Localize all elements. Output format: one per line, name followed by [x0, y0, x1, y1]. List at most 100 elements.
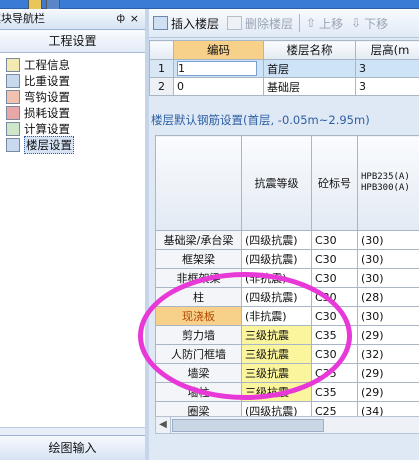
tree-item-loss[interactable]: 损耗设置	[0, 105, 145, 121]
horizontal-scrollbar[interactable]: ◀	[155, 416, 419, 434]
move-down-button[interactable]: ⇩ 下移	[347, 12, 392, 34]
delete-floor-icon	[227, 16, 243, 30]
calc-icon	[6, 122, 20, 136]
grade-cell[interactable]: (四级抗震)	[241, 249, 312, 269]
loss-icon	[6, 106, 20, 120]
panel-footer	[149, 436, 419, 460]
grade-cell[interactable]: (四级抗震)	[241, 287, 312, 307]
table-row[interactable]: 墙梁 三级抗震 C35 (29)	[155, 363, 419, 383]
concrete-cell[interactable]: C30	[311, 249, 358, 269]
floor-code-cell[interactable]: 1	[173, 59, 264, 78]
floor-height-cell[interactable]: 3	[355, 59, 419, 78]
member-name: 基础梁/承台梁	[155, 230, 242, 250]
table-row[interactable]: 现浇板 (非抗震) C30 (30)	[155, 306, 419, 326]
delete-floor-button[interactable]: 删除楼层	[223, 12, 297, 34]
column-header-concrete[interactable]: 砼标号	[311, 135, 358, 231]
navigation-panel: 模块导航栏 ф × 工程设置 工程信息 比重设置 弯钩设置 损耗设置 计算设置 …	[0, 9, 146, 460]
scrollbar-thumb[interactable]	[172, 419, 324, 432]
steel-cell[interactable]: (30)	[357, 230, 419, 250]
steel-header-line1: HPB235(A)	[361, 172, 410, 182]
concrete-cell[interactable]: C30	[311, 306, 358, 326]
table-row[interactable]: 框架梁 (四级抗震) C30 (30)	[155, 249, 419, 269]
steel-cell[interactable]: (29)	[357, 325, 419, 345]
tree-item-weight[interactable]: 比重设置	[0, 73, 145, 89]
table-row[interactable]: 基础梁/承台梁 (四级抗震) C30 (30)	[155, 230, 419, 250]
concrete-cell[interactable]: C30	[311, 230, 358, 250]
grade-cell[interactable]: 三级抗震	[241, 363, 312, 383]
steel-cell[interactable]: (30)	[357, 306, 419, 326]
column-header-steel[interactable]: HPB235(A) HPB300(A)	[357, 135, 419, 231]
grade-cell[interactable]: 三级抗震	[241, 325, 312, 345]
delete-floor-label: 删除楼层	[245, 16, 294, 31]
panel-title-bar: 模块导航栏 ф ×	[0, 9, 145, 30]
concrete-cell[interactable]: C30	[311, 287, 358, 307]
close-icon[interactable]: ×	[130, 9, 139, 29]
arrow-up-icon: ⇧	[306, 16, 317, 30]
tree-item-label: 楼层设置	[24, 136, 74, 154]
grade-cell[interactable]: (四级抗震)	[241, 230, 312, 250]
table-row[interactable]: 2 0 基础层 3	[149, 77, 419, 96]
floors-header-row: 编码 楼层名称 层高(m	[149, 40, 419, 60]
member-name: 柱	[155, 287, 242, 307]
concrete-cell[interactable]: C30	[311, 344, 358, 364]
tree-item-label: 计算设置	[24, 122, 70, 136]
grade-cell[interactable]: 三级抗震	[241, 382, 312, 402]
table-row[interactable]: 柱 (四级抗震) C30 (28)	[155, 287, 419, 307]
floor-icon	[6, 138, 20, 152]
rebar-settings-table: 抗震等级 砼标号 HPB235(A) HPB300(A) 基础梁/承台梁 (四级抗震…	[155, 135, 419, 421]
insert-floor-button[interactable]: 插入楼层	[149, 12, 223, 34]
toolbar-separator	[299, 14, 301, 32]
table-row[interactable]: 剪力墙 三级抗震 C35 (29)	[155, 325, 419, 345]
concrete-cell[interactable]: C30	[311, 268, 358, 288]
move-up-button[interactable]: ⇧ 上移	[302, 12, 347, 34]
rebar-section-label: 楼层默认钢筋设置(首层, -0.05m~2.95m)	[151, 113, 370, 127]
floor-code-cell[interactable]: 0	[173, 77, 264, 96]
table-row[interactable]: 人防门框墙 三级抗震 C30 (32)	[155, 344, 419, 364]
arrow-down-icon: ⇩	[351, 16, 362, 30]
rebar-section-title: 楼层默认钢筋设置(首层, -0.05m~2.95m)	[151, 112, 370, 128]
tree-item-floor[interactable]: 楼层设置	[0, 136, 145, 154]
steel-cell[interactable]: (30)	[357, 268, 419, 288]
concrete-cell[interactable]: C35	[311, 382, 358, 402]
steel-cell[interactable]: (29)	[357, 363, 419, 383]
drawing-input-button[interactable]: 绘图输入	[0, 435, 145, 460]
tree-item-calc[interactable]: 计算设置	[0, 121, 145, 137]
concrete-cell[interactable]: C35	[311, 325, 358, 345]
tree-item-hook[interactable]: 弯钩设置	[0, 89, 145, 105]
tree-item-label: 弯钩设置	[24, 90, 70, 104]
member-name: 墙柱	[155, 382, 242, 402]
steel-cell[interactable]: (30)	[357, 249, 419, 269]
steel-cell[interactable]: (29)	[357, 382, 419, 402]
table-row[interactable]: 墙柱 三级抗震 C35 (29)	[155, 382, 419, 402]
concrete-cell[interactable]: C35	[311, 363, 358, 383]
column-header-height[interactable]: 层高(m	[355, 40, 419, 60]
floor-name-cell[interactable]: 首层	[263, 59, 356, 78]
row-number-header	[149, 40, 174, 60]
table-row[interactable]: 非框架梁 (非抗震) C30 (30)	[155, 268, 419, 288]
column-header-code[interactable]: 编码	[173, 40, 264, 60]
steel-cell[interactable]: (28)	[357, 287, 419, 307]
scroll-left-icon[interactable]: ◀	[156, 417, 171, 433]
floor-toolbar: 插入楼层 删除楼层 ⇧ 上移 ⇩ 下移	[149, 9, 419, 38]
floor-name-cell[interactable]: 基础层	[263, 77, 356, 96]
grade-cell[interactable]: (非抗震)	[241, 306, 312, 326]
member-name: 框架梁	[155, 249, 242, 269]
floor-height-cell[interactable]: 3	[355, 77, 419, 96]
steel-cell[interactable]: (32)	[357, 344, 419, 364]
member-name: 现浇板	[155, 306, 242, 326]
grade-cell[interactable]: (非抗震)	[241, 268, 312, 288]
tree-item-label: 比重设置	[24, 74, 70, 88]
move-down-label: 下移	[364, 16, 389, 31]
table-row[interactable]: 1 1 首层 3	[149, 59, 419, 78]
insert-floor-label: 插入楼层	[171, 16, 220, 31]
info-icon	[6, 58, 20, 72]
column-header-grade[interactable]: 抗震等级	[241, 135, 312, 231]
tree-item-label: 损耗设置	[24, 106, 70, 120]
grade-cell[interactable]: 三级抗震	[241, 344, 312, 364]
section-header[interactable]: 工程设置	[0, 30, 145, 53]
tree-item-project-info[interactable]: 工程信息	[0, 57, 145, 73]
column-header-floor-name[interactable]: 楼层名称	[263, 40, 356, 60]
pin-icon[interactable]: ф	[116, 9, 125, 29]
row-number: 2	[149, 77, 174, 96]
floor-settings-panel: 插入楼层 删除楼层 ⇧ 上移 ⇩ 下移 编码 楼层名称 层高(m 1 1 首层 3 …	[149, 9, 419, 460]
